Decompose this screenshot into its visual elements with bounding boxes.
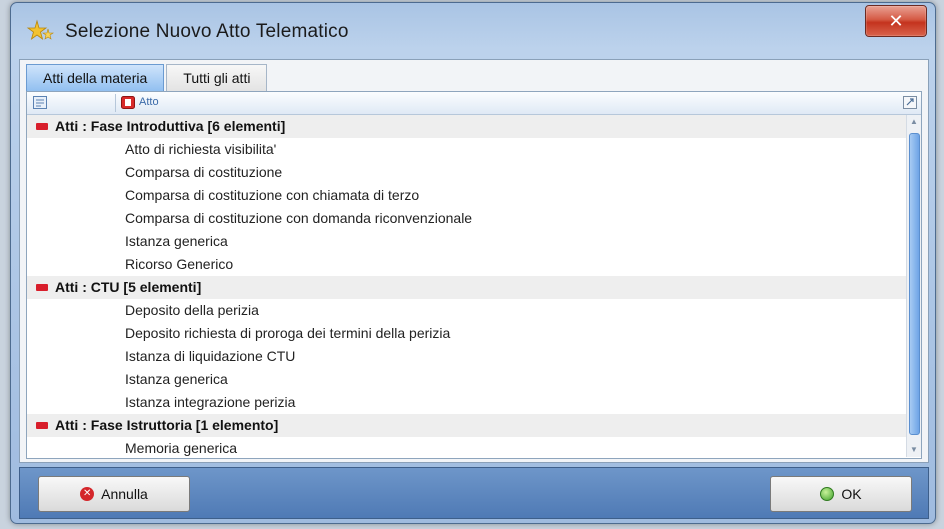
list-item[interactable]: Ricorso Generico <box>27 253 907 276</box>
group-label: Atti : Fase Introduttiva [6 elementi] <box>55 118 286 134</box>
close-button[interactable]: ✕ <box>865 5 927 37</box>
scroll-down-arrow-icon[interactable]: ▼ <box>907 443 921 457</box>
list-item[interactable]: Istanza generica <box>27 230 907 253</box>
atti-grid: Atto Atti : Fase Introduttiva [6 element… <box>26 91 922 459</box>
list-item[interactable]: Istanza integrazione perizia <box>27 391 907 414</box>
list-item[interactable]: Comparsa di costituzione <box>27 161 907 184</box>
vertical-scrollbar[interactable]: ▲ ▼ <box>906 115 921 457</box>
scroll-up-arrow-icon[interactable]: ▲ <box>907 115 921 129</box>
item-label: Comparsa di costituzione con domanda ric… <box>125 210 473 226</box>
item-label: Deposito richiesta di proroga dei termin… <box>125 325 451 341</box>
star-sparkle-icon <box>26 19 54 41</box>
tab-strip: Atti della materia Tutti gli atti <box>26 64 269 92</box>
tab-tutti-gli-atti[interactable]: Tutti gli atti <box>166 64 268 91</box>
list-item[interactable]: Istanza di liquidazione CTU <box>27 345 907 368</box>
list-item[interactable]: Istanza generica <box>27 368 907 391</box>
item-label: Deposito della perizia <box>125 302 259 318</box>
item-label: Atto di richiesta visibilita' <box>125 141 277 157</box>
title-bar: Selezione Nuovo Atto Telematico ✕ <box>11 3 935 53</box>
item-label: Memoria generica <box>125 440 238 456</box>
atto-column-icon <box>121 96 135 109</box>
minus-icon[interactable] <box>36 123 48 130</box>
close-icon: ✕ <box>888 10 904 31</box>
item-label: Comparsa di costituzione <box>125 164 283 180</box>
minus-icon[interactable] <box>36 284 48 291</box>
header-separator <box>115 94 116 112</box>
button-bar: ✕ Annulla OK <box>19 467 929 519</box>
group-label: Atti : CTU [5 elementi] <box>55 279 202 295</box>
export-icon[interactable] <box>903 96 917 109</box>
group-label: Atti : Fase Istruttoria [1 elemento] <box>55 417 279 433</box>
item-label: Ricorso Generico <box>125 256 234 272</box>
window-title: Selezione Nuovo Atto Telematico <box>65 21 349 42</box>
item-label: Istanza integrazione perizia <box>125 394 296 410</box>
cancel-button[interactable]: ✕ Annulla <box>38 476 190 512</box>
item-label: Comparsa di costituzione con chiamata di… <box>125 187 420 203</box>
dialog-window: Selezione Nuovo Atto Telematico ✕ Atti d… <box>10 2 936 524</box>
list-item[interactable]: Comparsa di costituzione con chiamata di… <box>27 184 907 207</box>
column-chooser-icon[interactable] <box>33 96 47 109</box>
cancel-icon: ✕ <box>80 487 95 501</box>
dialog-content: Atti della materia Tutti gli atti Atto A… <box>19 59 929 463</box>
list-item[interactable]: Atto di richiesta visibilita' <box>27 138 907 161</box>
ok-label: OK <box>841 486 862 502</box>
group-row[interactable]: Atti : CTU [5 elementi] <box>27 276 907 299</box>
grid-header: Atto <box>27 92 921 115</box>
minus-icon[interactable] <box>36 422 48 429</box>
list-item[interactable]: Memoria generica <box>27 437 907 457</box>
group-row[interactable]: Atti : Fase Introduttiva [6 elementi] <box>27 115 907 138</box>
item-label: Istanza generica <box>125 233 228 249</box>
list-item[interactable]: Deposito richiesta di proroga dei termin… <box>27 322 907 345</box>
list-item[interactable]: Deposito della perizia <box>27 299 907 322</box>
scroll-thumb[interactable] <box>909 133 920 435</box>
item-label: Istanza generica <box>125 371 228 387</box>
tab-atti-della-materia[interactable]: Atti della materia <box>26 64 165 92</box>
cancel-label: Annulla <box>101 486 148 502</box>
ok-icon <box>820 487 835 501</box>
group-row[interactable]: Atti : Fase Istruttoria [1 elemento] <box>27 414 907 437</box>
column-header-atto[interactable]: Atto <box>139 96 159 108</box>
ok-button[interactable]: OK <box>770 476 912 512</box>
grid-rows: Atti : Fase Introduttiva [6 elementi] At… <box>27 115 907 457</box>
list-item[interactable]: Comparsa di costituzione con domanda ric… <box>27 207 907 230</box>
item-label: Istanza di liquidazione CTU <box>125 348 296 364</box>
